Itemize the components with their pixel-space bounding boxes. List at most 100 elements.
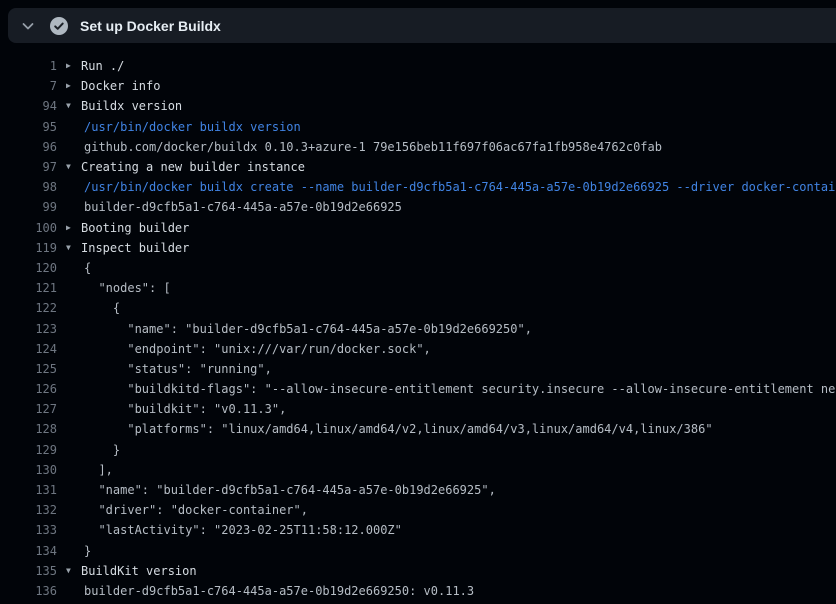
log-line: 97 ▼Creating a new builder instance	[0, 157, 836, 177]
line-number[interactable]: 124	[0, 342, 57, 356]
group-label[interactable]: Docker info	[81, 79, 160, 93]
line-number[interactable]: 1	[0, 59, 57, 73]
log-text: }	[84, 443, 120, 457]
group-expanded-arrow-icon[interactable]: ▼	[66, 244, 81, 252]
group-collapsed-arrow-icon[interactable]: ▶	[66, 82, 81, 90]
group-label[interactable]: Booting builder	[81, 221, 189, 235]
group-label[interactable]: Inspect builder	[81, 241, 189, 255]
line-number[interactable]: 99	[0, 200, 57, 214]
line-number[interactable]: 132	[0, 503, 57, 517]
log-text: "platforms": "linux/amd64,linux/amd64/v2…	[84, 422, 713, 436]
log-line: 134}	[0, 541, 836, 561]
line-number[interactable]: 129	[0, 443, 57, 457]
line-number[interactable]: 126	[0, 382, 57, 396]
log-group-toggle[interactable]: ▼Inspect builder	[66, 241, 189, 255]
line-number[interactable]: 131	[0, 483, 57, 497]
log-text: ],	[84, 463, 113, 477]
log-line: 98/usr/bin/docker buildx create --name b…	[0, 177, 836, 197]
log-line: 122 {	[0, 298, 836, 318]
line-number[interactable]: 123	[0, 322, 57, 336]
line-number[interactable]: 125	[0, 362, 57, 376]
group-collapsed-arrow-icon[interactable]: ▶	[66, 62, 81, 70]
line-number[interactable]: 122	[0, 301, 57, 315]
log-group-toggle[interactable]: ▼Buildx version	[66, 99, 182, 113]
log-group-toggle[interactable]: ▶Run ./	[66, 59, 124, 73]
group-label[interactable]: Buildx version	[81, 99, 182, 113]
log-group-toggle[interactable]: ▼Creating a new builder instance	[66, 160, 305, 174]
chevron-down-icon[interactable]	[20, 18, 36, 34]
group-label[interactable]: BuildKit version	[81, 564, 197, 578]
line-number[interactable]: 119	[0, 241, 57, 255]
log-text: "buildkit": "v0.11.3",	[84, 402, 286, 416]
log-line: 130 ],	[0, 460, 836, 480]
log-text: "lastActivity": "2023-02-25T11:58:12.000…	[84, 523, 402, 537]
line-number[interactable]: 136	[0, 584, 57, 598]
log-text: "endpoint": "unix:///var/run/docker.sock…	[84, 342, 431, 356]
group-label[interactable]: Creating a new builder instance	[81, 160, 305, 174]
log-line: 128 "platforms": "linux/amd64,linux/amd6…	[0, 419, 836, 439]
log-command-text: /usr/bin/docker buildx version	[84, 120, 301, 134]
log-text: "status": "running",	[84, 362, 272, 376]
line-number[interactable]: 133	[0, 523, 57, 537]
log-text: "buildkitd-flags": "--allow-insecure-ent…	[84, 382, 836, 396]
log-line: 124 "endpoint": "unix:///var/run/docker.…	[0, 339, 836, 359]
group-expanded-arrow-icon[interactable]: ▼	[66, 163, 81, 171]
line-number[interactable]: 96	[0, 140, 57, 154]
log-line: 132 "driver": "docker-container",	[0, 500, 836, 520]
log-text: "name": "builder-d9cfb5a1-c764-445a-a57e…	[84, 322, 532, 336]
line-number[interactable]: 94	[0, 99, 57, 113]
log-text: github.com/docker/buildx 0.10.3+azure-1 …	[84, 140, 662, 154]
log-line: 125 "status": "running",	[0, 359, 836, 379]
log-line: 1 ▶Run ./	[0, 56, 836, 76]
group-expanded-arrow-icon[interactable]: ▼	[66, 567, 81, 575]
log-line: 127 "buildkit": "v0.11.3",	[0, 399, 836, 419]
log-line: 94 ▼Buildx version	[0, 96, 836, 116]
line-number[interactable]: 128	[0, 422, 57, 436]
log-line: 96 github.com/docker/buildx 0.10.3+azure-…	[0, 137, 836, 157]
log-line: 136 builder-d9cfb5a1-c764-445a-a57e-0b19d…	[0, 581, 836, 601]
step-title: Set up Docker Buildx	[80, 18, 221, 34]
line-number[interactable]: 135	[0, 564, 57, 578]
line-number[interactable]: 127	[0, 402, 57, 416]
log-group-toggle[interactable]: ▶Booting builder	[66, 221, 189, 235]
line-number[interactable]: 97	[0, 160, 57, 174]
line-number[interactable]: 7	[0, 79, 57, 93]
workflow-log-viewer: Set up Docker Buildx 1▶Run ./7▶Docker in…	[0, 0, 836, 604]
log-line: 121 "nodes": [	[0, 278, 836, 298]
log-group-toggle[interactable]: ▶Docker info	[66, 79, 160, 93]
log-text: }	[84, 544, 91, 558]
log-group-toggle[interactable]: ▼BuildKit version	[66, 564, 197, 578]
log-command-text: /usr/bin/docker buildx create --name bui…	[84, 180, 836, 194]
log-text: {	[84, 301, 120, 315]
log-line: 120 {	[0, 258, 836, 278]
log-text: builder-d9cfb5a1-c764-445a-a57e-0b19d2e6…	[84, 200, 402, 214]
group-label[interactable]: Run ./	[81, 59, 124, 73]
line-number[interactable]: 134	[0, 544, 57, 558]
log-text: "driver": "docker-container",	[84, 503, 308, 517]
log-line: 126 "buildkitd-flags": "--allow-insecure…	[0, 379, 836, 399]
line-number[interactable]: 121	[0, 281, 57, 295]
log-line: 99 builder-d9cfb5a1-c764-445a-a57e-0b19d2…	[0, 197, 836, 217]
log-text: "name": "builder-d9cfb5a1-c764-445a-a57e…	[84, 483, 496, 497]
log-line: 7 ▶Docker info	[0, 76, 836, 96]
log-text: {	[84, 261, 91, 275]
log-line: 129 }	[0, 440, 836, 460]
line-number[interactable]: 100	[0, 221, 57, 235]
line-number[interactable]: 98	[0, 180, 57, 194]
group-expanded-arrow-icon[interactable]: ▼	[66, 102, 81, 110]
log-line: 123 "name": "builder-d9cfb5a1-c764-445a-…	[0, 318, 836, 338]
log-line: 95/usr/bin/docker buildx version	[0, 117, 836, 137]
log-line: 119 ▼Inspect builder	[0, 238, 836, 258]
log-line: 131 "name": "builder-d9cfb5a1-c764-445a-…	[0, 480, 836, 500]
log-line: 100 ▶Booting builder	[0, 218, 836, 238]
line-number[interactable]: 130	[0, 463, 57, 477]
log-text: "nodes": [	[84, 281, 171, 295]
log-area: 1▶Run ./7▶Docker info94▼Buildx version95…	[0, 43, 836, 604]
check-circle-icon	[50, 17, 68, 35]
step-header[interactable]: Set up Docker Buildx	[8, 8, 836, 43]
line-number[interactable]: 120	[0, 261, 57, 275]
group-collapsed-arrow-icon[interactable]: ▶	[66, 224, 81, 232]
log-line: 135 ▼BuildKit version	[0, 561, 836, 581]
log-text: builder-d9cfb5a1-c764-445a-a57e-0b19d2e6…	[84, 584, 474, 598]
line-number[interactable]: 95	[0, 120, 57, 134]
